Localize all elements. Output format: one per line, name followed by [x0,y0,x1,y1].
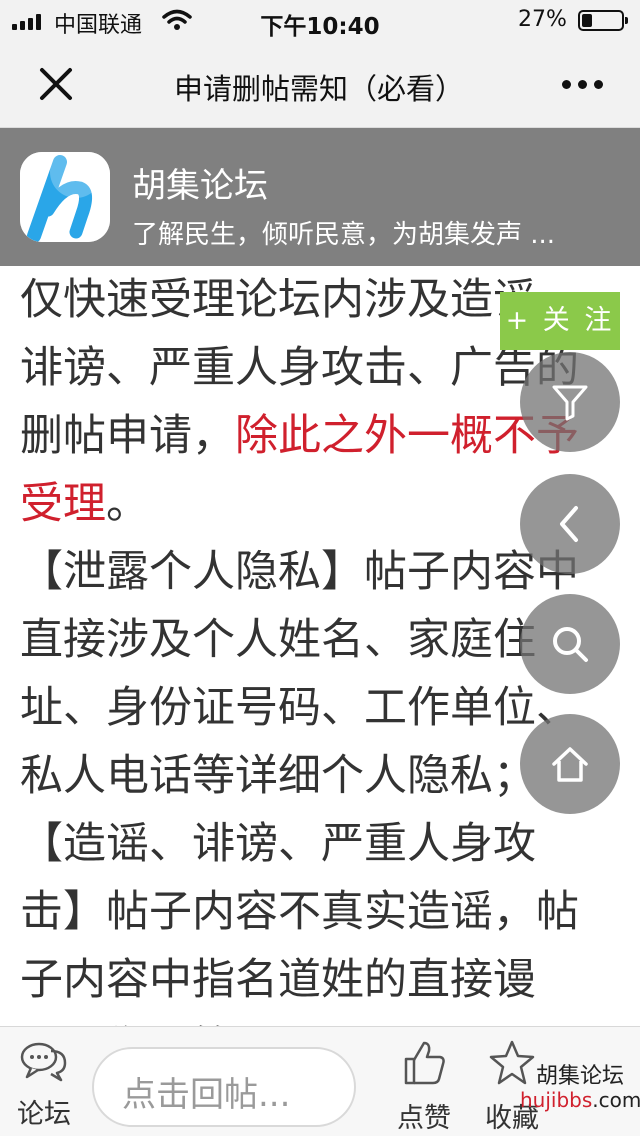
battery-percent: 27% [518,7,567,32]
content-text: 子内容中指名道姓的直接谩 [20,955,536,1005]
watermark-title: 胡集论坛 [536,1064,625,1089]
home-button[interactable] [520,714,620,814]
content-text: 址、身份证号码、工作单位、 [20,683,579,733]
content-text: 。 [106,479,149,529]
nav-bar: 申请删帖需知（必看） [0,40,640,128]
like-label: 点赞 [397,1103,451,1134]
follow-button[interactable]: + 关 注 [500,292,620,350]
forum-tab-label: 论坛 [17,1099,71,1130]
content-line: 骂、侮辱等 [20,1014,620,1026]
chat-icon [20,1042,67,1082]
status-bar: 中国联通 下午10:40 27% [0,0,640,40]
battery-icon [578,10,628,31]
content-text: 【造谣、诽谤、严重人身攻 [20,819,536,869]
content-text: 删帖申请， [20,411,235,461]
watermark-url-prefix: hujibbs [520,1088,593,1112]
favorite-button[interactable]: 收藏 [480,1039,544,1135]
battery-level-fill [582,14,592,27]
like-button[interactable]: 点赞 [392,1039,456,1135]
star-icon [489,1040,535,1085]
close-icon[interactable] [36,64,76,104]
content-text: 直接涉及个人姓名、家庭住 [20,615,536,665]
forum-name: 胡集论坛 [132,166,268,206]
search-icon [553,627,588,662]
search-button[interactable] [520,594,620,694]
forum-logo-icon [20,152,110,242]
watermark-url-suffix: .com [592,1088,640,1112]
home-icon [552,747,588,782]
reply-placeholder: 点击回帖... [122,1075,291,1115]
more-icon[interactable] [562,80,603,89]
back-icon [560,506,578,542]
content-line: 【造谣、诽谤、严重人身攻 [20,810,620,878]
watermark-url: hujibbs.com [520,1088,640,1112]
back-button[interactable] [520,474,620,574]
forum-logo [20,152,110,242]
content-line: 子内容中指名道姓的直接谩 [20,946,620,1014]
page-title: 申请删帖需知（必看） [174,72,465,102]
filter-button[interactable] [520,352,620,452]
filter-icon [552,385,588,421]
thumbs-up-icon [404,1041,445,1085]
forum-slogan: 了解民生，倾听民意，为胡集发声 ... [132,220,556,250]
content-line: 击】帖子内容不真实造谣，帖 [20,878,620,946]
forum-header[interactable]: 胡集论坛 了解民生，倾听民意，为胡集发声 ... [0,128,640,266]
forum-tab[interactable]: 论坛 [12,1039,76,1131]
content-text: 仅快速受理论坛内涉及造谣、 [20,275,579,325]
content-text: 击】帖子内容不真实造谣，帖 [20,887,579,937]
highlighted-text: 受理 [20,479,106,529]
content-text: 诽谤、严重人身攻击、广告的 [20,343,579,393]
content-text: 【泄露个人隐私】帖子内容中 [20,547,579,597]
reply-input[interactable]: 点击回帖... [92,1047,356,1127]
content-text: 私人电话等详细个人隐私； [20,751,536,801]
